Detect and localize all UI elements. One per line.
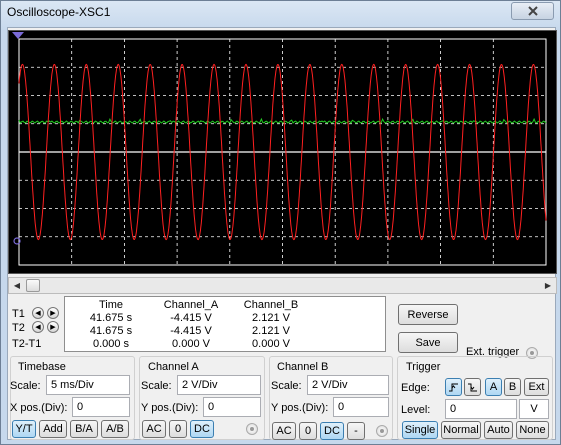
- trigger-single-button[interactable]: Single: [402, 421, 438, 439]
- mode-yt-button[interactable]: Y/T: [12, 420, 36, 438]
- oscilloscope-window: Oscilloscope-XSC1 ◀ ▶ T1 ◀ ▶ T2 ◀ ▶ T2-T…: [0, 0, 561, 445]
- scroll-right-arrow-icon[interactable]: ▶: [540, 278, 556, 293]
- channel-b-zero-button[interactable]: 0: [299, 422, 317, 440]
- trigger-source-a-button[interactable]: A: [485, 378, 502, 396]
- save-button[interactable]: Save: [398, 332, 458, 353]
- measurement-readout: Time Channel_A Channel_B 41.675 s -4.415…: [64, 296, 386, 352]
- trigger-source-b-button[interactable]: B: [504, 378, 521, 396]
- title-bar: Oscilloscope-XSC1: [1, 1, 560, 25]
- trigger-level-field[interactable]: 0: [445, 399, 517, 419]
- readout-header-time: Time: [98, 299, 124, 311]
- cursor-t1-marker-icon: [12, 32, 24, 39]
- mode-ba-button[interactable]: B/A: [70, 420, 98, 438]
- channel-b-scale-field[interactable]: 2 V/Div: [307, 375, 389, 395]
- readout-diff-time: 0.000 s: [92, 338, 130, 350]
- channel-b-ypos-label: Y pos.(Div):: [271, 402, 329, 414]
- timebase-xpos-label: X pos.(Div):: [10, 402, 68, 414]
- rising-edge-button[interactable]: [445, 378, 462, 396]
- t2-t1-label: T2-T1: [12, 338, 42, 350]
- readout-header-channel-b: Channel_B: [243, 299, 299, 311]
- close-icon: [527, 6, 538, 16]
- trigger-level-unit-field[interactable]: V: [519, 399, 549, 419]
- falling-edge-icon: [468, 383, 477, 391]
- readout-t1-channel-a: -4.415 V: [170, 312, 212, 324]
- channel-a-zero-button[interactable]: 0: [169, 420, 187, 438]
- instrument-panel: ◀ ▶ T1 ◀ ▶ T2 ◀ ▶ T2-T1 Time Channel_A C…: [7, 27, 557, 440]
- readout-t2-channel-a: -4.415 V: [170, 325, 212, 337]
- trigger-level-label: Level:: [401, 404, 431, 416]
- reverse-button[interactable]: Reverse: [398, 304, 458, 325]
- channel-a-title: Channel A: [146, 361, 201, 373]
- channel-a-scale-field[interactable]: 2 V/Div: [177, 375, 261, 395]
- readout-t1-time: 41.675 s: [89, 312, 133, 324]
- close-button[interactable]: [511, 2, 554, 20]
- timebase-scale-field[interactable]: 5 ms/Div: [46, 375, 130, 395]
- scope-graph: [12, 32, 547, 266]
- readout-t2-channel-b: 2.121 V: [252, 325, 290, 337]
- timebase-xpos-field[interactable]: 0: [72, 397, 130, 417]
- t1-left-arrow-icon[interactable]: ◀: [32, 307, 44, 319]
- timebase-title: Timebase: [16, 361, 68, 373]
- scope-display: [8, 30, 557, 274]
- t2-right-arrow-icon[interactable]: ▶: [47, 321, 59, 333]
- channel-b-minus-button[interactable]: -: [347, 422, 365, 440]
- readout-t2-time: 41.675 s: [89, 325, 133, 337]
- mode-add-button[interactable]: Add: [39, 420, 67, 438]
- channel-b-ac-button[interactable]: AC: [272, 422, 296, 440]
- channel-b-scale-label: Scale:: [271, 380, 302, 392]
- scroll-thumb[interactable]: [26, 279, 40, 292]
- trigger-source-ext-button[interactable]: Ext: [524, 378, 549, 396]
- t2-left-arrow-icon[interactable]: ◀: [32, 321, 44, 333]
- timebase-scale-label: Scale:: [10, 380, 41, 392]
- t1-right-arrow-icon[interactable]: ▶: [47, 307, 59, 319]
- channel-a-dc-button[interactable]: DC: [190, 420, 214, 438]
- trigger-auto-button[interactable]: Auto: [484, 421, 513, 439]
- mode-ab-button[interactable]: A/B: [101, 420, 129, 438]
- channel-a-ac-button[interactable]: AC: [142, 420, 166, 438]
- readout-header-channel-a: Channel_A: [163, 299, 219, 311]
- channel-a-ypos-label: Y pos.(Div):: [141, 402, 199, 414]
- t1-label: T1: [12, 308, 25, 320]
- channel-b-dc-button[interactable]: DC: [320, 422, 344, 440]
- channel-b-title: Channel B: [275, 361, 331, 373]
- falling-edge-button[interactable]: [464, 378, 481, 396]
- channel-a-terminal-icon[interactable]: [246, 423, 258, 435]
- rising-edge-icon: [449, 383, 458, 391]
- window-title: Oscilloscope-XSC1: [7, 5, 111, 19]
- channel-b-ypos-field[interactable]: 0: [333, 397, 389, 417]
- trigger-normal-button[interactable]: Normal: [441, 421, 481, 439]
- channel-a-scale-label: Scale:: [141, 380, 172, 392]
- channel-b-terminal-icon[interactable]: [376, 425, 388, 437]
- readout-diff-channel-a: 0.000 V: [172, 338, 210, 350]
- trigger-edge-label: Edge:: [401, 382, 430, 394]
- trigger-title: Trigger: [404, 361, 443, 373]
- channel-a-ypos-field[interactable]: 0: [203, 397, 261, 417]
- scroll-left-arrow-icon[interactable]: ◀: [9, 278, 25, 293]
- readout-diff-channel-b: 0.000 V: [252, 338, 290, 350]
- trigger-none-button[interactable]: None: [516, 421, 549, 439]
- t2-label: T2: [12, 322, 25, 334]
- readout-t1-channel-b: 2.121 V: [252, 312, 290, 324]
- horizontal-scrollbar[interactable]: ◀ ▶: [8, 277, 557, 294]
